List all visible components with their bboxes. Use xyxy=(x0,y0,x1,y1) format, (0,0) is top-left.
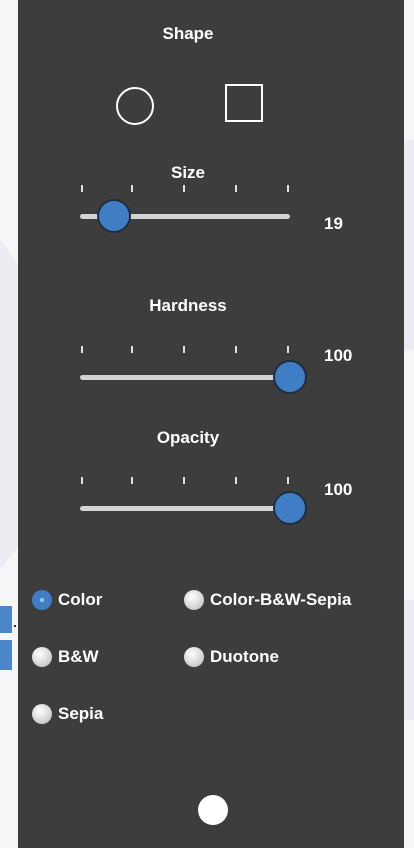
shape-title: Shape xyxy=(162,24,214,43)
hardness-slider[interactable] xyxy=(80,346,307,396)
radio-bw[interactable]: B&W xyxy=(32,647,99,667)
size-slider[interactable] xyxy=(80,185,290,235)
size-title: Size xyxy=(170,163,206,182)
slider-ticks xyxy=(80,346,290,356)
slider-track xyxy=(80,506,290,511)
radio-color[interactable]: Color xyxy=(32,590,102,610)
radio-label: Sepia xyxy=(58,704,104,723)
background-shape xyxy=(404,140,414,350)
radio-label: B&W xyxy=(58,647,99,666)
slider-ticks xyxy=(80,477,290,487)
opacity-slider[interactable] xyxy=(80,477,307,527)
radio-label: Color-B&W-Sepia xyxy=(210,590,352,609)
radio-unselected-icon xyxy=(184,590,204,610)
radio-label: Duotone xyxy=(210,647,279,666)
radio-unselected-icon xyxy=(32,704,52,724)
brush-preview-dot xyxy=(198,795,228,825)
opacity-value: 100 xyxy=(324,480,353,499)
radio-unselected-icon xyxy=(184,647,204,667)
edge-tab[interactable] xyxy=(0,640,12,670)
circle-shape-button[interactable] xyxy=(116,87,154,125)
slider-thumb[interactable] xyxy=(273,491,307,525)
hardness-title: Hardness xyxy=(149,296,227,315)
size-value: 19 xyxy=(324,214,343,233)
slider-thumb[interactable] xyxy=(273,360,307,394)
hardness-value: 100 xyxy=(324,346,353,365)
radio-unselected-icon xyxy=(32,647,52,667)
background-shape xyxy=(404,600,414,720)
square-shape-button[interactable] xyxy=(225,84,263,122)
opacity-title: Opacity xyxy=(156,428,220,447)
slider-track xyxy=(80,375,290,380)
radio-duotone[interactable]: Duotone xyxy=(184,647,279,667)
radio-color-bw-sepia[interactable]: Color-B&W-Sepia xyxy=(184,590,351,610)
brush-settings-panel: Shape Size 19 Hardness 100 Opacity 100 C… xyxy=(18,0,404,848)
radio-selected-icon xyxy=(32,590,52,610)
radio-sepia[interactable]: Sepia xyxy=(32,704,103,724)
edge-tab[interactable] xyxy=(0,606,12,633)
radio-label: Color xyxy=(58,590,103,609)
edge-mark xyxy=(14,625,16,627)
slider-ticks xyxy=(80,185,290,195)
slider-thumb[interactable] xyxy=(97,199,131,233)
